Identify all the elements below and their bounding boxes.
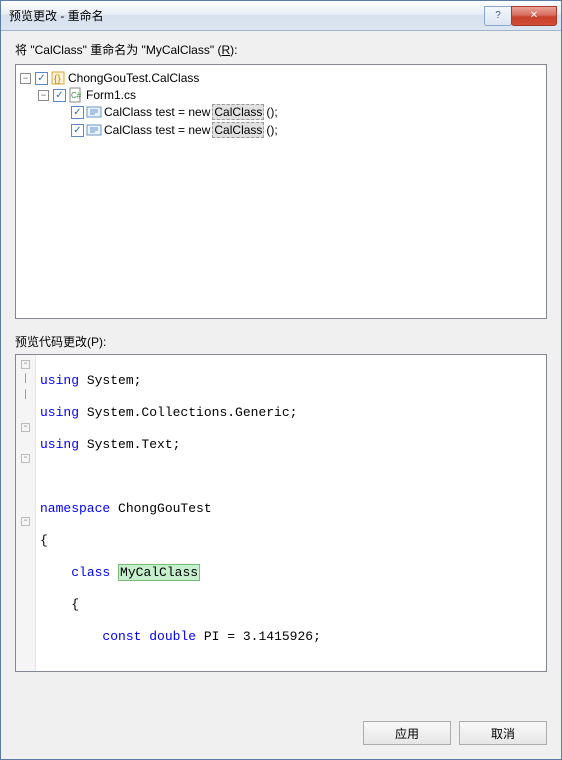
reference-icon — [86, 122, 102, 138]
titlebar: 预览更改 - 重命名 ? ✕ — [1, 1, 561, 31]
collapse-icon[interactable]: − — [38, 90, 49, 101]
tree-line-post: (); — [266, 123, 277, 137]
checkbox[interactable]: ✓ — [53, 89, 66, 102]
fold-toggle[interactable]: - — [21, 360, 30, 369]
tree-line-pre: CalClass test = new — [104, 105, 210, 119]
window-title: 预览更改 - 重命名 — [9, 7, 485, 24]
close-button[interactable]: ✕ — [511, 6, 557, 26]
fold-toggle[interactable]: - — [21, 517, 30, 526]
help-button[interactable]: ? — [484, 6, 512, 26]
tree-root-node[interactable]: − ✓ {} ChongGouTest.CalClass — [20, 70, 542, 86]
checkbox[interactable]: ✓ — [71, 106, 84, 119]
collapse-icon[interactable]: − — [20, 73, 31, 84]
checkbox[interactable]: ✓ — [71, 124, 84, 137]
namespace-icon: {} — [50, 70, 66, 86]
tree-line-highlight: CalClass — [212, 122, 264, 138]
tree-line-post: (); — [266, 105, 277, 119]
fold-toggle[interactable]: - — [21, 423, 30, 432]
tree-reference-node[interactable]: ✓ CalClass test = new CalClass(); — [56, 104, 542, 120]
code-lines: using System; using System.Collections.G… — [36, 355, 411, 671]
svg-text:{}: {} — [54, 74, 61, 85]
dialog-footer: 应用 取消 — [1, 711, 561, 759]
csharp-file-icon: C# — [68, 87, 84, 103]
tree-node-label: Form1.cs — [86, 88, 136, 102]
rename-prompt: 将 "CalClass" 重命名为 "MyCalClass" (R): — [15, 41, 547, 58]
renamed-identifier: MyCalClass — [118, 564, 200, 581]
code-preview-panel[interactable]: - | | - - - using System; using System.C… — [15, 354, 547, 672]
code-preview-label: 预览代码更改(P): — [15, 333, 547, 350]
checkbox[interactable]: ✓ — [35, 72, 48, 85]
tree-node-label: ChongGouTest.CalClass — [68, 71, 199, 85]
fold-toggle[interactable]: - — [21, 454, 30, 463]
apply-button[interactable]: 应用 — [363, 721, 451, 745]
outline-gutter: - | | - - - — [16, 355, 36, 671]
changes-tree-panel[interactable]: − ✓ {} ChongGouTest.CalClass − ✓ — [15, 64, 547, 319]
svg-text:C#: C# — [71, 91, 82, 100]
tree-reference-node[interactable]: ✓ CalClass test = new CalClass(); — [56, 122, 542, 138]
tree-file-node[interactable]: − ✓ C# Form1.cs — [38, 87, 542, 103]
tree-line-highlight: CalClass — [212, 104, 264, 120]
reference-icon — [86, 104, 102, 120]
cancel-button[interactable]: 取消 — [459, 721, 547, 745]
tree-line-pre: CalClass test = new — [104, 123, 210, 137]
